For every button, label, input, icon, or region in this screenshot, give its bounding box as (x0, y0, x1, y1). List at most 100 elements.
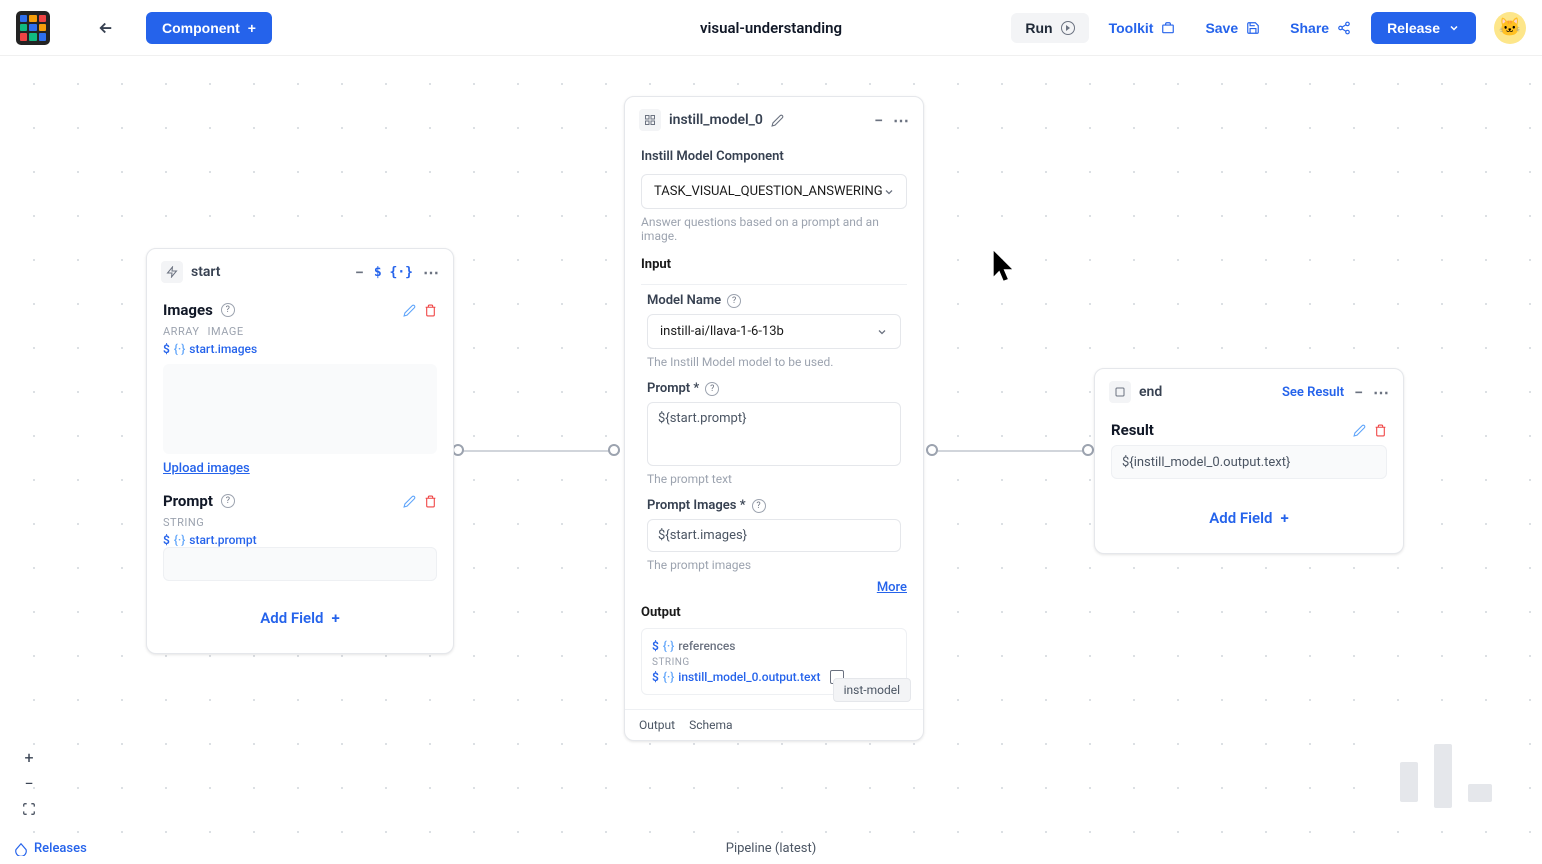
release-button[interactable]: Release (1371, 12, 1476, 44)
minimize-icon[interactable]: − (1354, 383, 1363, 402)
prompt-images-hint: The prompt images (647, 558, 901, 572)
start-node[interactable]: start − $ {·} ⋯ Images ? (146, 248, 454, 654)
edit-icon[interactable] (403, 495, 416, 508)
task-select-value: TASK_VISUAL_QUESTION_ANSWERING (654, 184, 883, 199)
node-tabs: Output Schema (625, 709, 923, 740)
node-name: end (1139, 384, 1162, 400)
chevron-down-icon (1448, 22, 1460, 34)
app-header: Component + visual-understanding Run Too… (0, 0, 1542, 56)
model-node[interactable]: instill_model_0 − ⋯ Instill Model Compon… (624, 96, 924, 741)
minimap-node (1400, 762, 1418, 802)
prompt-images-input[interactable]: ${start.images} (647, 519, 901, 552)
model-name-value: instill-ai/llava-1-6-13b (660, 324, 784, 339)
help-icon[interactable]: ? (752, 499, 766, 513)
app-logo[interactable] (16, 11, 50, 45)
code-icon[interactable]: $ {·} (374, 265, 413, 280)
run-button-label: Run (1025, 20, 1052, 36)
more-icon[interactable]: ⋯ (1373, 383, 1389, 402)
ref-sigil: $ (652, 639, 659, 653)
end-node[interactable]: end See Result − ⋯ Result ${instill_ (1094, 368, 1404, 554)
ref-braces: {·} (663, 670, 674, 684)
image-dropzone[interactable] (163, 364, 437, 454)
share-button[interactable]: Share (1280, 13, 1361, 43)
tab-schema[interactable]: Schema (689, 718, 732, 732)
component-button-label: Component (162, 20, 240, 36)
delete-icon[interactable] (424, 495, 437, 508)
help-icon[interactable]: ? (727, 294, 741, 308)
delete-icon[interactable] (1374, 424, 1387, 437)
minimap-node (1468, 784, 1492, 802)
model-name-select[interactable]: instill-ai/llava-1-6-13b (647, 314, 901, 349)
more-icon[interactable]: ⋯ (423, 263, 439, 282)
tab-output[interactable]: Output (639, 718, 675, 732)
add-field-label: Add Field (1209, 509, 1272, 527)
header-actions: Run Toolkit Save Share Release (1011, 12, 1526, 44)
output-refs-label: references (678, 639, 735, 653)
ref-sigil: $ (163, 533, 170, 547)
result-value[interactable]: ${instill_model_0.output.text} (1111, 445, 1387, 479)
node-footer-tag: inst-model (833, 678, 911, 702)
connection-port[interactable] (926, 444, 938, 456)
add-field-button[interactable]: Add Field + (163, 597, 437, 639)
type-badge: STRING (163, 516, 204, 529)
field-label: Prompt Images * (647, 498, 746, 513)
field-label: Prompt (163, 492, 213, 510)
task-select[interactable]: TASK_VISUAL_QUESTION_ANSWERING (641, 174, 907, 209)
delete-icon[interactable] (424, 304, 437, 317)
avatar[interactable]: 🐱 (1494, 12, 1526, 44)
prompt-textarea[interactable]: ${start.prompt} (647, 402, 901, 466)
add-field-label: Add Field (260, 609, 323, 627)
minimize-icon[interactable]: − (874, 111, 883, 130)
save-button-label: Save (1205, 20, 1238, 36)
ref-braces: {·} (174, 342, 185, 356)
prompt-input[interactable] (163, 547, 437, 581)
minimize-icon[interactable]: − (355, 263, 364, 282)
type-badge: STRING (652, 657, 896, 668)
plus-icon: + (331, 609, 339, 627)
help-icon[interactable]: ? (221, 303, 235, 317)
minimap[interactable] (1366, 720, 1526, 820)
edit-icon[interactable] (771, 114, 784, 127)
help-icon[interactable]: ? (705, 382, 719, 396)
pipeline-canvas[interactable]: start − $ {·} ⋯ Images ? (0, 56, 1542, 864)
chevron-down-icon (883, 186, 895, 198)
toolkit-button[interactable]: Toolkit (1099, 13, 1186, 43)
fullscreen-button[interactable] (18, 798, 40, 820)
minimap-node (1434, 744, 1452, 808)
edit-icon[interactable] (1353, 424, 1366, 437)
component-button[interactable]: Component + (146, 12, 272, 44)
connection-port[interactable] (608, 444, 620, 456)
ref-text: start.images (189, 342, 257, 356)
share-button-label: Share (1290, 20, 1329, 36)
zoom-out-button[interactable]: − (18, 772, 40, 794)
save-button[interactable]: Save (1195, 13, 1270, 43)
connection-port[interactable] (1082, 444, 1094, 456)
ref-braces: {·} (663, 639, 674, 653)
edit-icon[interactable] (403, 304, 416, 317)
pipeline-label: Pipeline (latest) (726, 841, 817, 856)
page-title: visual-understanding (700, 19, 842, 37)
back-button[interactable] (90, 12, 122, 44)
output-ref-text: instill_model_0.output.text (678, 670, 820, 684)
zoom-controls: + − (18, 746, 40, 820)
type-badge: ARRAY (163, 325, 200, 338)
node-header: start − $ {·} ⋯ (147, 249, 453, 295)
upload-link[interactable]: Upload images (163, 461, 250, 476)
node-header: end See Result − ⋯ (1095, 369, 1403, 415)
see-result-link[interactable]: See Result (1282, 385, 1344, 400)
chevron-down-icon (876, 326, 888, 338)
ref-sigil: $ (652, 670, 659, 684)
toolkit-button-label: Toolkit (1109, 20, 1154, 36)
more-icon[interactable]: ⋯ (893, 111, 909, 130)
add-field-button[interactable]: Add Field + (1111, 497, 1387, 539)
zoom-in-button[interactable]: + (18, 746, 40, 768)
cursor-icon (990, 248, 1020, 282)
releases-link[interactable]: Releases (14, 841, 87, 856)
more-link[interactable]: More (641, 580, 907, 595)
connection-line (460, 450, 620, 452)
end-icon (1109, 381, 1131, 403)
help-icon[interactable]: ? (221, 494, 235, 508)
type-badge: IMAGE (208, 325, 244, 338)
run-button[interactable]: Run (1011, 13, 1088, 43)
toolkit-icon (1161, 21, 1175, 35)
